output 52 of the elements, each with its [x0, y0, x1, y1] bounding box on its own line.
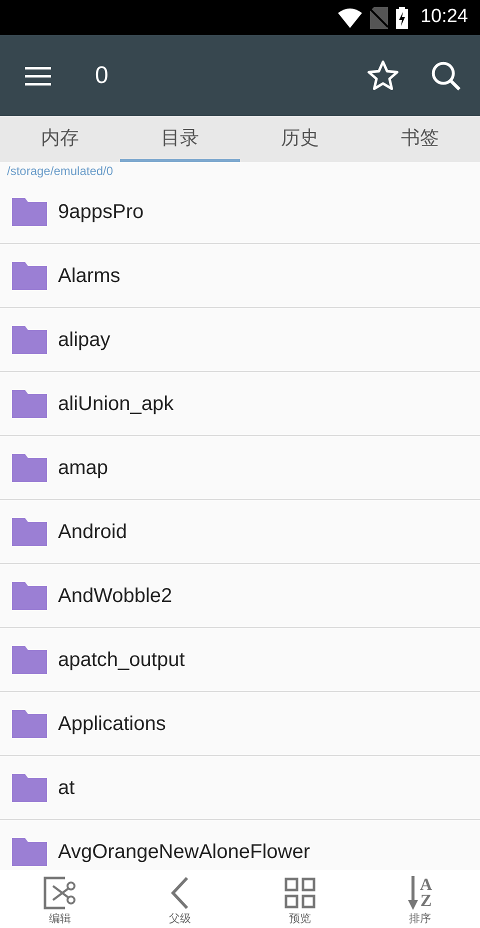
tab[interactable]: 历史: [240, 116, 360, 162]
tab[interactable]: 目录: [120, 116, 240, 162]
folder-name: Android: [58, 520, 127, 544]
menu-icon[interactable]: [25, 66, 51, 86]
folder-row[interactable]: Alarms: [0, 244, 480, 308]
folder-row[interactable]: Applications: [0, 692, 480, 756]
folder-name: Alarms: [58, 264, 120, 288]
toolbar-button[interactable]: A Z 排序: [360, 870, 480, 928]
folder-name: amap: [58, 456, 108, 480]
folder-name: 9appsPro: [58, 200, 144, 224]
folder-name: Applications: [58, 712, 166, 736]
tab[interactable]: 内存: [0, 116, 120, 162]
folder-icon: [12, 838, 47, 866]
folder-icon: [12, 774, 47, 802]
toolbar-button[interactable]: 父级: [120, 870, 240, 928]
path-label: /storage/emulated/0: [7, 163, 114, 180]
toolbar-title: 0: [95, 60, 108, 90]
folder-row[interactable]: alipay: [0, 308, 480, 372]
folder-row[interactable]: apatch_output: [0, 628, 480, 692]
folder-name: AndWobble2: [58, 584, 172, 608]
folder-row[interactable]: at: [0, 756, 480, 820]
folder-icon: [12, 262, 47, 290]
folder-name: alipay: [58, 328, 110, 352]
tab[interactable]: 书签: [360, 116, 480, 162]
wifi-icon: [338, 8, 362, 28]
folder-name: at: [58, 776, 75, 800]
folder-name: apatch_output: [58, 648, 185, 672]
scissors-icon: [43, 876, 77, 910]
folder-icon: [12, 582, 47, 610]
clock: 10:24: [420, 5, 468, 30]
folder-icon: [12, 454, 47, 482]
folder-name: aliUnion_apk: [58, 392, 174, 416]
folder-icon: [12, 326, 47, 354]
grid-icon: [284, 877, 316, 909]
folder-row[interactable]: 9appsPro: [0, 180, 480, 244]
folder-row[interactable]: amap: [0, 436, 480, 500]
chevron-left-icon: [170, 876, 190, 910]
battery-charging-icon: [396, 6, 408, 28]
toolbar-button[interactable]: 预览: [240, 870, 360, 928]
search-icon[interactable]: [430, 60, 462, 92]
folder-row[interactable]: AndWobble2: [0, 564, 480, 628]
folder-row[interactable]: Android: [0, 500, 480, 564]
toolbar-button[interactable]: 编辑: [0, 870, 120, 928]
folder-icon: [12, 198, 47, 226]
folder-icon: [12, 390, 47, 418]
no-sim-icon: [370, 6, 388, 28]
folder-name: AvgOrangeNewAloneFlower: [58, 840, 310, 864]
star-icon[interactable]: [366, 58, 400, 92]
folder-icon: [12, 646, 47, 674]
folder-icon: [12, 710, 47, 738]
folder-row[interactable]: aliUnion_apk: [0, 372, 480, 436]
folder-icon: [12, 518, 47, 546]
